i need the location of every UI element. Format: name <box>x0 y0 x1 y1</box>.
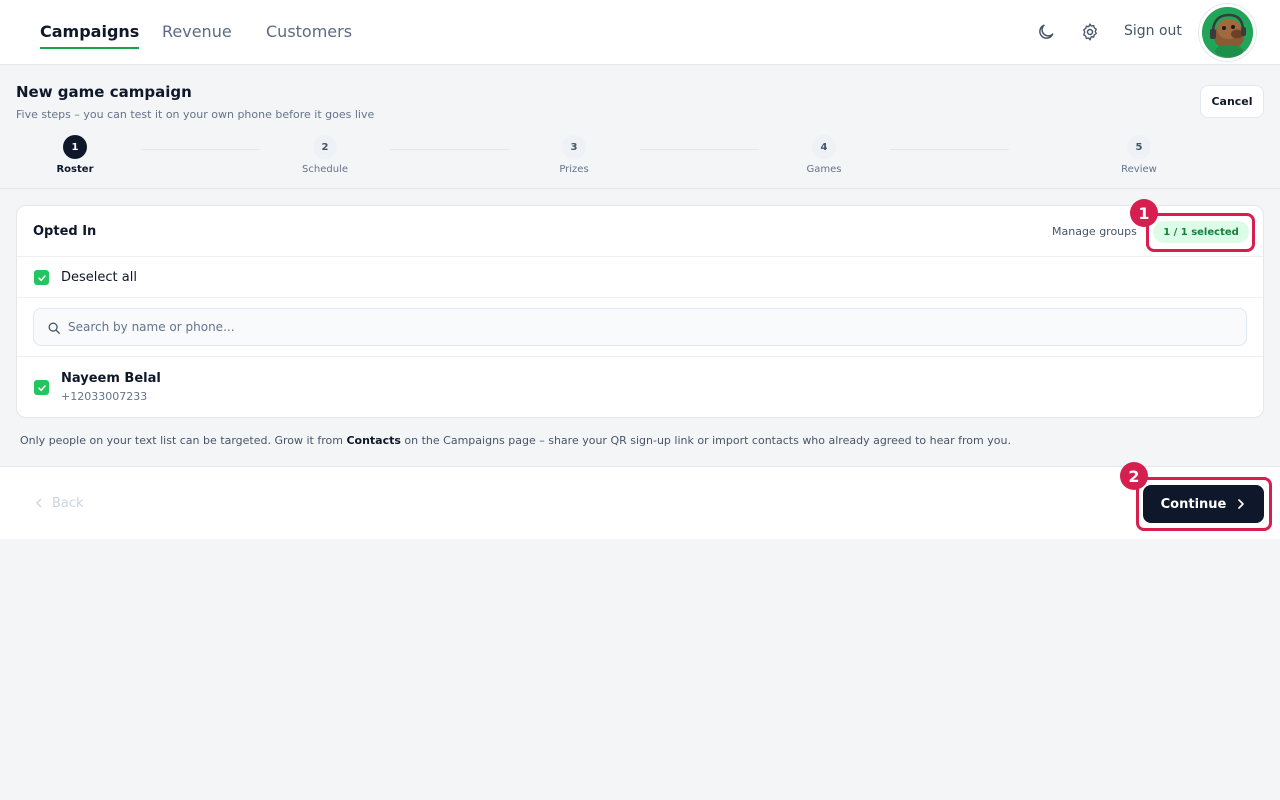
back-label: Back <box>52 496 84 511</box>
avatar-image <box>1202 7 1253 58</box>
page-title: New game campaign <box>16 83 192 101</box>
cancel-button[interactable]: Cancel <box>1200 85 1264 118</box>
tab-customers-label: Customers <box>266 22 353 41</box>
step-number: 2 <box>313 135 337 159</box>
contact-row[interactable]: Nayeem Belal +12033007233 <box>17 357 1263 418</box>
step-number: 5 <box>1127 135 1151 159</box>
annotation-badge-2: 2 <box>1120 462 1148 490</box>
roster-title: Opted In <box>33 224 97 239</box>
moon-icon[interactable] <box>1036 22 1056 42</box>
search-box[interactable] <box>33 308 1247 346</box>
tab-campaigns-label: Campaigns <box>40 22 140 41</box>
roster-card: Opted In Manage groups 1 / 1 selected De… <box>16 205 1264 418</box>
search-input[interactable] <box>68 309 1228 345</box>
search-section <box>17 298 1263 357</box>
wizard-header: New game campaign Five steps – you can t… <box>0 65 1280 189</box>
step-label: Schedule <box>302 164 348 175</box>
top-nav: Campaigns Revenue Customers Sign out <box>0 0 1280 65</box>
search-icon <box>48 322 60 334</box>
step-label: Prizes <box>559 164 589 175</box>
deselect-all-row[interactable]: Deselect all <box>17 257 1263 298</box>
roster-card-header: Opted In Manage groups 1 / 1 selected <box>17 206 1263 257</box>
active-tab-underline <box>40 47 140 49</box>
step-label: Roster <box>56 164 94 175</box>
step-games[interactable]: 4 Games <box>784 135 864 175</box>
info-note: Only people on your text list can be tar… <box>20 434 1011 447</box>
contact-checkbox[interactable] <box>34 380 49 395</box>
chevron-left-icon <box>36 498 42 508</box>
step-number: 4 <box>812 135 836 159</box>
contact-phone: +12033007233 <box>61 390 148 403</box>
manage-groups-link[interactable]: Manage groups <box>1052 225 1137 238</box>
info-text-before: Only people on your text list can be tar… <box>20 434 347 447</box>
step-label: Review <box>1121 164 1157 175</box>
info-text-after: on the Campaigns page – share your QR si… <box>400 434 1011 447</box>
contact-name: Nayeem Belal <box>61 371 161 386</box>
step-connector <box>890 149 1009 150</box>
deselect-all-label: Deselect all <box>61 270 137 285</box>
tab-customers[interactable]: Customers <box>266 22 352 41</box>
step-label: Games <box>806 164 842 175</box>
tab-revenue-label: Revenue <box>162 22 232 41</box>
step-connector <box>141 149 260 150</box>
annotation-box-2 <box>1136 477 1272 531</box>
gear-icon[interactable] <box>1080 22 1100 42</box>
step-review[interactable]: 5 Review <box>1099 135 1179 175</box>
step-connector <box>390 149 509 150</box>
step-number: 3 <box>562 135 586 159</box>
step-schedule[interactable]: 2 Schedule <box>285 135 365 175</box>
step-number: 1 <box>63 135 87 159</box>
avatar[interactable] <box>1199 4 1256 61</box>
step-prizes[interactable]: 3 Prizes <box>534 135 614 175</box>
back-button[interactable]: Back <box>34 496 84 511</box>
check-icon <box>37 384 46 391</box>
wizard-footer: Back Continue <box>0 466 1280 539</box>
contacts-link[interactable]: Contacts <box>346 434 400 447</box>
tab-campaigns[interactable]: Campaigns <box>40 22 140 49</box>
step-roster[interactable]: 1 Roster <box>35 135 115 175</box>
sign-out-link[interactable]: Sign out <box>1124 23 1182 39</box>
annotation-badge-1: 1 <box>1130 199 1158 227</box>
page-subtitle: Five steps – you can test it on your own… <box>16 108 375 121</box>
deselect-all-checkbox[interactable] <box>34 270 49 285</box>
check-icon <box>37 274 46 281</box>
step-connector <box>640 149 759 150</box>
annotation-box-1 <box>1146 213 1255 252</box>
tab-revenue[interactable]: Revenue <box>162 22 232 41</box>
